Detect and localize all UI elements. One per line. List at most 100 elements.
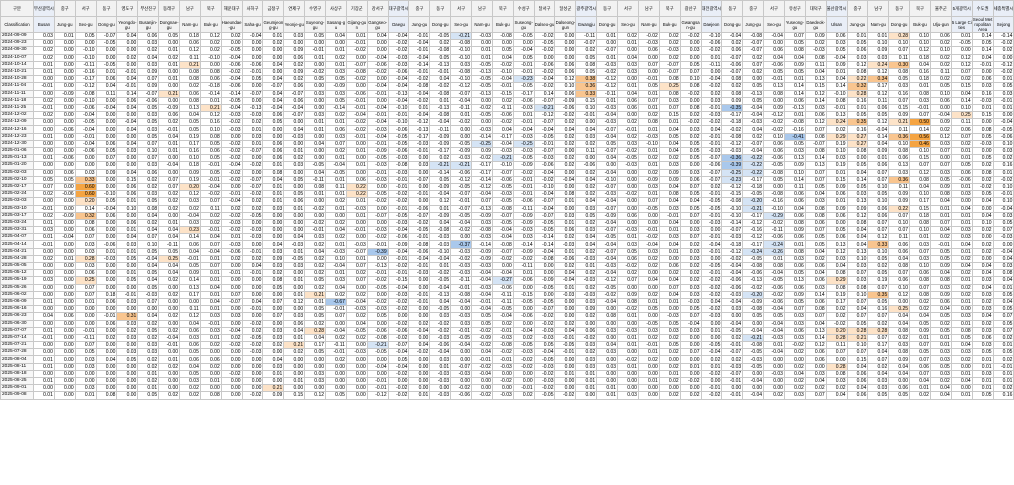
value-cell: -0.02	[637, 233, 660, 242]
date-cell: 2024-11-04	[0, 82, 34, 91]
value-cell: 0.03	[262, 362, 285, 371]
classification-header-kr: 구분	[0, 0, 34, 17]
value-cell: -0.03	[345, 348, 368, 357]
value-cell: 0.01	[783, 111, 806, 120]
value-cell: 0.04	[783, 204, 806, 213]
value-cell: 0.03	[846, 53, 869, 62]
value-cell: 0.08	[825, 369, 848, 379]
value-cell: 0.08	[804, 53, 827, 62]
value-cell: 0.06	[116, 96, 139, 105]
value-cell: 0.00	[158, 96, 181, 105]
value-cell: 0.00	[158, 319, 181, 328]
date-cell: 2024-09-09	[0, 31, 34, 41]
value-cell: 0.00	[596, 333, 619, 343]
value-cell: -0.05	[512, 82, 535, 91]
value-cell: -0.07	[241, 89, 264, 98]
value-cell: 0.00	[366, 182, 389, 192]
value-cell: 0.04	[617, 53, 639, 62]
value-cell: 0.01	[554, 369, 577, 379]
value-cell: 0.01	[33, 297, 55, 307]
value-cell: 0.00	[116, 211, 139, 220]
value-cell: 0.15	[909, 154, 931, 163]
value-cell: 0.05	[116, 276, 139, 285]
value-cell: 0.03	[596, 326, 619, 335]
value-cell: 0.11	[179, 305, 201, 314]
value-cell: 0.07	[804, 125, 827, 134]
value-cell: 0.05	[971, 391, 994, 400]
value-cell: 0.02	[408, 319, 431, 328]
value-cell: 0.00	[679, 333, 702, 343]
value-cell: 0.03	[950, 233, 973, 242]
value-cell: 0.01	[116, 269, 139, 278]
column-header-en: Dong-gu	[721, 16, 744, 33]
value-cell: -0.05	[533, 132, 556, 141]
value-cell: 0.05	[137, 247, 160, 256]
value-cell: 0.00	[158, 39, 181, 48]
value-cell: 0.03	[262, 333, 285, 343]
value-cell: 0.00	[199, 369, 222, 379]
value-cell: 0.06	[846, 46, 869, 55]
value-cell: 0.00	[95, 269, 118, 278]
value-cell: 0.00	[33, 168, 55, 177]
value-cell: 0.01	[116, 197, 139, 206]
value-cell: 0.03	[596, 348, 619, 357]
value-cell: 0.02	[929, 39, 952, 48]
value-cell: 0.00	[617, 182, 639, 192]
value-cell: 0.06	[554, 89, 577, 98]
value-cell: -0.02	[304, 218, 327, 228]
table-row: 2025-09-08 0.01 0.00 0.01 0.08 0.00 0.05 0.02 0.…	[0, 391, 1014, 400]
value-cell: -0.07	[596, 182, 619, 192]
value-cell: 0.01	[617, 333, 639, 343]
value-cell: -0.03	[387, 154, 410, 163]
value-cell: -0.07	[742, 139, 765, 149]
value-cell: 0.00	[888, 376, 911, 386]
value-cell: 0.07	[867, 168, 890, 177]
value-cell: 0.00	[241, 362, 264, 371]
value-cell: 0.06	[637, 46, 660, 55]
value-cell: 0.35	[846, 118, 869, 127]
table-row: 2024-11-25 -0.01 0.00 -0.06 -0.04 0.04 0.05 -0.…	[0, 103, 1014, 113]
value-cell: 0.02	[325, 333, 347, 343]
value-cell: -0.07	[345, 60, 368, 69]
value-cell: -0.02	[512, 362, 535, 371]
table-row: 2025-05-12 0.00 0.00 0.06 0.00 0.01 0.05 0.04 0.…	[0, 269, 1014, 278]
value-cell: 0.00	[554, 39, 577, 48]
value-cell: -0.04	[637, 240, 660, 249]
value-cell: -0.04	[721, 31, 744, 41]
value-cell: 0.00	[283, 139, 306, 149]
value-cell: 0.01	[53, 254, 76, 264]
value-cell: 0.03	[846, 261, 869, 271]
value-cell: 0.01	[617, 341, 639, 350]
value-cell: 0.08	[554, 190, 577, 199]
value-cell: 0.02	[554, 319, 577, 328]
value-cell: 0.00	[74, 154, 97, 163]
value-cell: -0.03	[512, 146, 535, 156]
value-cell: -0.13	[429, 290, 452, 299]
value-cell: 0.04	[658, 125, 681, 134]
value-cell: -0.39	[366, 247, 389, 256]
value-cell: 0.00	[220, 261, 243, 271]
value-cell: -0.01	[408, 31, 431, 41]
value-cell: 0.06	[825, 211, 848, 220]
value-cell: 0.03	[33, 226, 55, 235]
value-cell: 0.02	[679, 132, 702, 141]
value-cell: 0.07	[804, 312, 827, 321]
value-cell: 0.33	[74, 175, 97, 184]
value-cell: 0.01	[617, 312, 639, 321]
value-cell: 0.07	[909, 161, 931, 170]
value-cell: 0.01	[950, 297, 973, 307]
value-cell: -0.03	[763, 369, 785, 379]
value-cell: 0.00	[325, 362, 347, 371]
value-cell: 0.00	[637, 391, 660, 400]
value-cell: 0.01	[658, 226, 681, 235]
value-cell: 0.02	[429, 39, 452, 48]
value-cell: -0.01	[700, 190, 723, 199]
value-cell: 0.05	[992, 319, 1014, 328]
value-cell: 0.04	[262, 75, 285, 84]
table-row: 2025-06-16 0.00 0.00 0.00 0.00 0.00 0.00 0.00 0.…	[0, 305, 1014, 314]
value-cell: 0.02	[137, 182, 160, 192]
value-cell: -0.10	[721, 204, 744, 213]
value-cell: 0.00	[241, 290, 264, 299]
column-header-en: Jung-gu	[846, 16, 869, 33]
value-cell: 0.04	[658, 290, 681, 299]
